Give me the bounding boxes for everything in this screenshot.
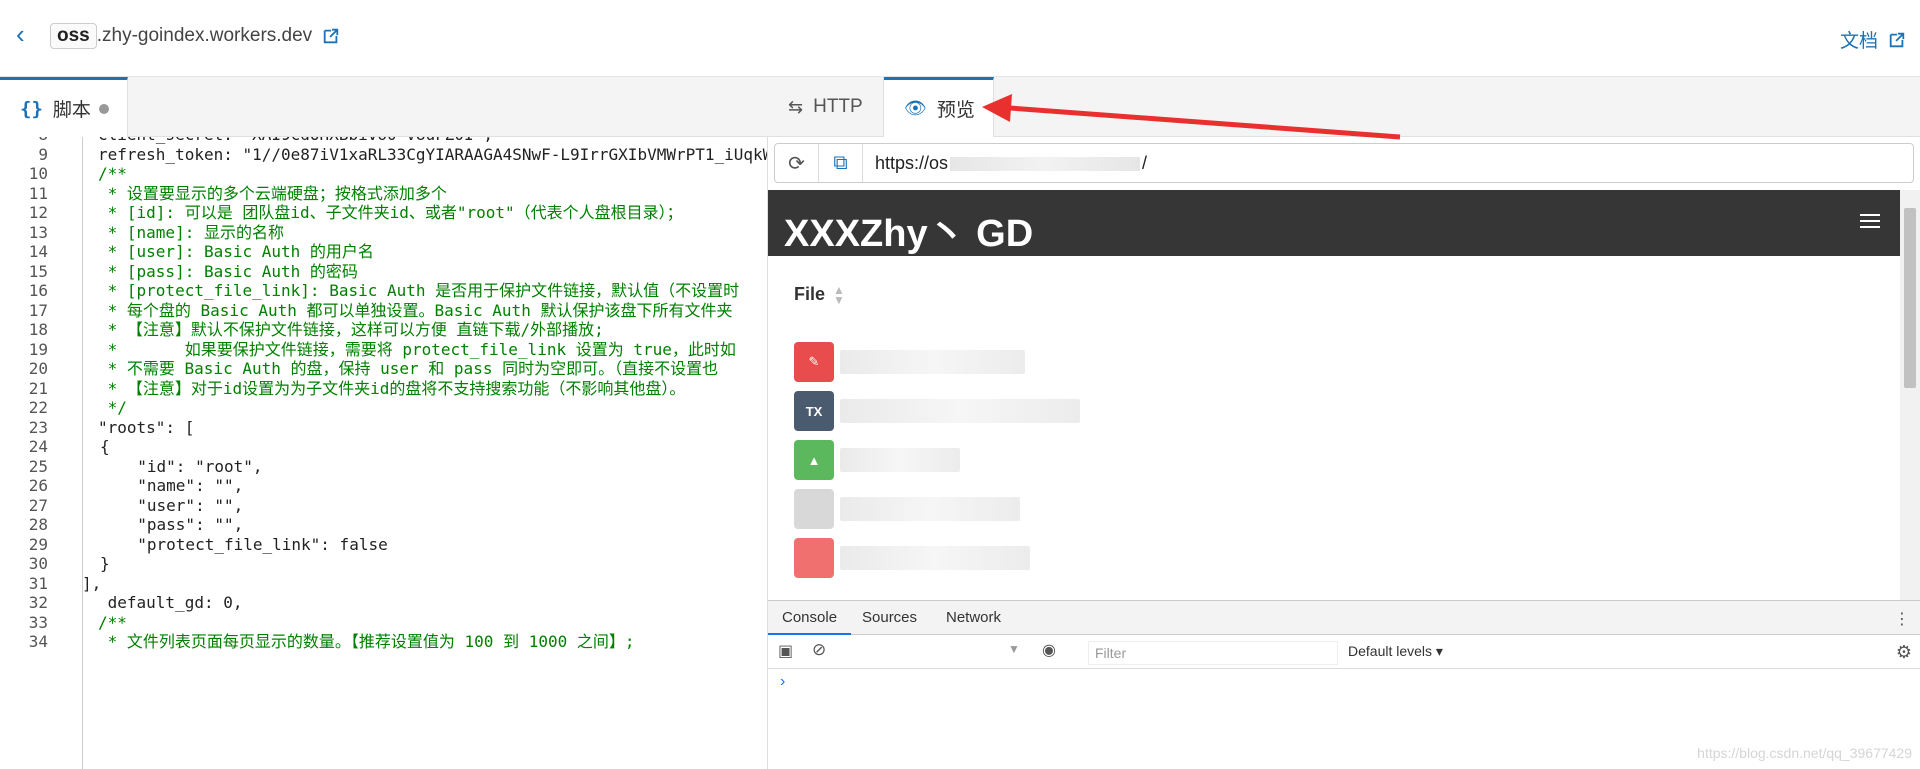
eye-icon[interactable]: ◉ (1042, 640, 1056, 660)
file-name-redacted (840, 546, 1030, 570)
eye-icon: 👁 (904, 98, 927, 118)
sidebar-toggle-icon[interactable]: ▣ (778, 641, 793, 661)
unsaved-dot-icon (98, 103, 109, 114)
worker-domain: .zhy-goindex.workers.dev (96, 25, 313, 46)
worker-subdomain: oss (50, 23, 97, 49)
external-link-icon (1889, 32, 1905, 47)
tab-script[interactable]: {} 脚本 (0, 77, 128, 137)
docs-label: 文档 (1839, 31, 1878, 52)
tab-http-label: HTTP (813, 96, 863, 117)
worker-url: oss .zhy-goindex.workers.dev (50, 22, 340, 50)
console-filter-input[interactable]: Filter (1088, 641, 1338, 665)
more-vert-icon[interactable]: ⋮ (1894, 609, 1910, 629)
devtools-tab-console[interactable]: Console (768, 601, 852, 635)
file-type-icon: ▲ (794, 440, 834, 480)
external-link-icon[interactable] (322, 27, 340, 45)
file-name-redacted (840, 448, 960, 472)
file-type-icon (794, 538, 834, 578)
clear-console-icon[interactable]: ⊘ (812, 640, 826, 660)
code-editor[interactable]: 8client_secret: "XAI9cdOHXBbivo0-V8uFZ0I… (0, 137, 768, 769)
tab-http[interactable]: ⇆ HTTP (768, 77, 884, 137)
gear-icon[interactable]: ⚙ (1896, 642, 1912, 663)
swap-arrows-icon: ⇆ (788, 96, 804, 117)
file-type-icon (794, 489, 834, 529)
file-header-label: File (794, 284, 826, 304)
file-name-redacted (840, 350, 1025, 374)
file-name-redacted (840, 497, 1020, 521)
console-prompt[interactable]: › (780, 673, 785, 691)
url-input[interactable]: https://os / (863, 153, 1147, 174)
line-number: 34 (28, 632, 48, 651)
file-type-icon: TX (794, 391, 834, 431)
tab-preview[interactable]: 👁 预览 (884, 77, 994, 137)
file-row[interactable]: ▲ (794, 438, 960, 482)
preview-scrollbar[interactable] (1900, 190, 1920, 600)
url-suffix: / (1142, 152, 1148, 173)
file-row[interactable]: ✎ (794, 340, 1025, 384)
hamburger-menu-icon[interactable] (1860, 214, 1880, 230)
tab-script-label: 脚本 (52, 100, 91, 121)
file-row[interactable] (794, 536, 1030, 580)
devtools-tab-sources[interactable]: Sources (848, 601, 931, 635)
code-line[interactable]: 34 * 文件列表页面每页显示的数量。【推荐设置值为 100 到 1000 之间… (0, 630, 767, 654)
file-column-header[interactable]: File ▲ ▼ (794, 282, 845, 307)
file-name-redacted (840, 399, 1080, 423)
editor-tab-bar: {} 脚本 (0, 77, 768, 137)
app-header: ‹ oss .zhy-goindex.workers.dev 文档 (0, 0, 1920, 77)
sort-icon: ▲ ▼ (833, 282, 845, 307)
site-navbar: XXXZhy丶 GD (768, 190, 1900, 256)
code-text: * 文件列表页面每页显示的数量。【推荐设置值为 100 到 1000 之间】; (98, 632, 635, 651)
docs-link[interactable]: 文档 (1840, 26, 1906, 53)
back-chevron-icon[interactable]: ‹ (16, 21, 36, 47)
devtools-panel: Console Sources Network ⋮ ▣ ⊘ ▼ ◉ Filter… (768, 600, 1920, 769)
console-toolbar: ▣ ⊘ ▼ ◉ Filter Default levels ▾ ⚙ (768, 635, 1920, 669)
preview-tab-bar: ⇆ HTTP 👁 预览 (768, 77, 1920, 137)
log-levels-dropdown[interactable]: Default levels ▾ (1348, 643, 1443, 660)
refresh-icon[interactable]: ⟳ (775, 144, 819, 182)
site-brand[interactable]: XXXZhy丶 GD (784, 202, 1033, 257)
preview-frame: XXXZhy丶 GD File ▲ ▼ ✎ TX ▲ (768, 190, 1900, 600)
file-type-icon: ✎ (794, 342, 834, 382)
url-redacted (950, 156, 1141, 171)
open-external-icon[interactable]: ⧉ (819, 144, 863, 182)
context-dropdown-icon[interactable]: ▼ (1008, 642, 1020, 656)
devtools-tabs: Console Sources Network ⋮ (768, 601, 1920, 635)
url-prefix: https://os (875, 152, 949, 173)
tab-preview-label: 预览 (936, 100, 975, 121)
file-row[interactable] (794, 487, 1020, 531)
watermark: https://blog.csdn.net/qq_39677429 (1697, 745, 1912, 761)
devtools-tab-network[interactable]: Network (932, 601, 1015, 635)
preview-url-bar: ⟳ ⧉ https://os / (774, 143, 1914, 183)
braces-icon: {} (20, 97, 43, 120)
scrollbar-thumb[interactable] (1904, 208, 1916, 388)
file-row[interactable]: TX (794, 389, 1080, 433)
